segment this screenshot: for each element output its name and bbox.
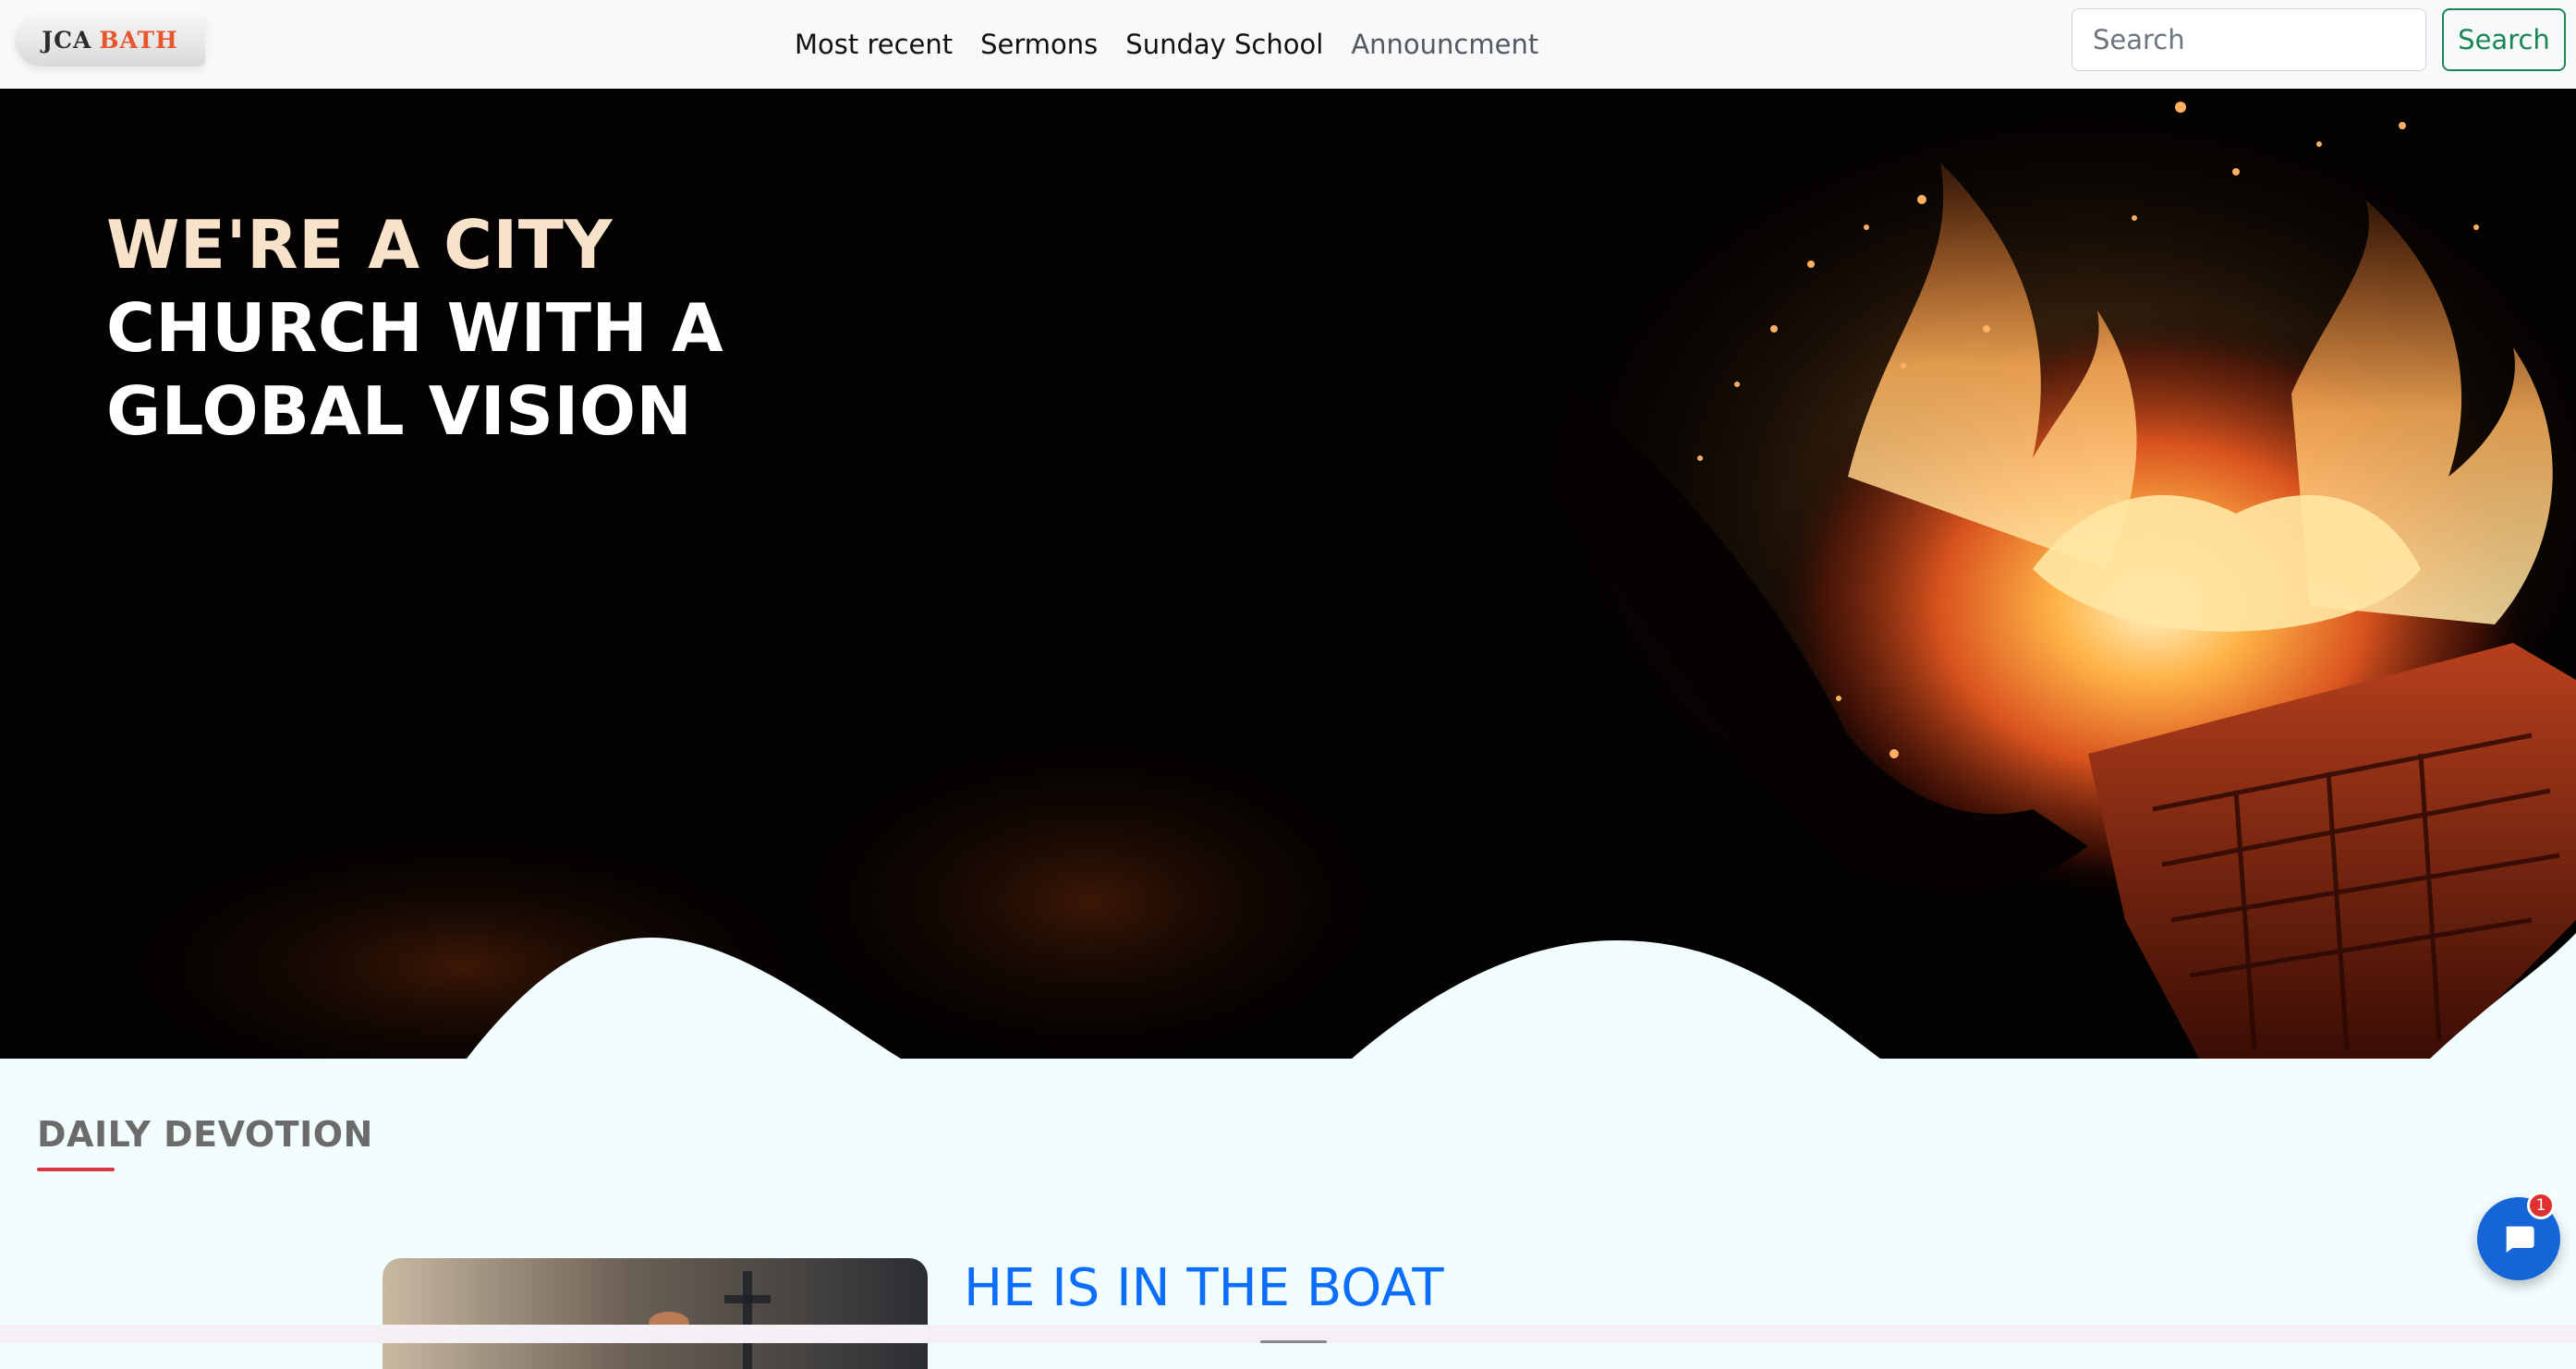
nav-link-announcement[interactable]: Announcment — [1351, 29, 1538, 60]
nav-link-sunday-school[interactable]: Sunday School — [1125, 29, 1323, 60]
top-navbar: JCA BATH Most recent Sermons Sunday Scho… — [0, 0, 2576, 90]
hero-heading: WE'RE A CITY CHURCH WITH A GLOBAL VISION — [106, 203, 723, 453]
devotion-photo — [383, 1258, 928, 1369]
chat-bubble-icon — [2506, 1226, 2534, 1253]
brand-logo[interactable]: JCA BATH — [15, 13, 205, 67]
title-underline — [37, 1168, 115, 1171]
daily-devotion-title: DAILY DEVOTION — [37, 1114, 373, 1155]
hero-line-2: CHURCH WITH A — [106, 289, 724, 367]
search-button[interactable]: Search — [2442, 8, 2566, 71]
devotion-post-title[interactable]: HE IS IN THE BOAT — [964, 1258, 1444, 1318]
brand-text-jca: JCA — [42, 26, 92, 54]
brand-text-bath: BATH — [99, 26, 178, 54]
nav-link-sermons[interactable]: Sermons — [980, 29, 1098, 60]
search-input[interactable] — [2072, 8, 2426, 71]
devotion-image[interactable] — [383, 1258, 928, 1369]
hero-line-3: GLOBAL VISION — [106, 372, 693, 450]
wave-divider — [0, 933, 2576, 1062]
nav-links: Most recent Sermons Sunday School Announ… — [795, 0, 1538, 89]
chat-unread-badge: 1 — [2527, 1192, 2555, 1219]
nav-link-most-recent[interactable]: Most recent — [795, 29, 953, 60]
hero-line-1: WE'RE A CITY — [106, 206, 614, 284]
